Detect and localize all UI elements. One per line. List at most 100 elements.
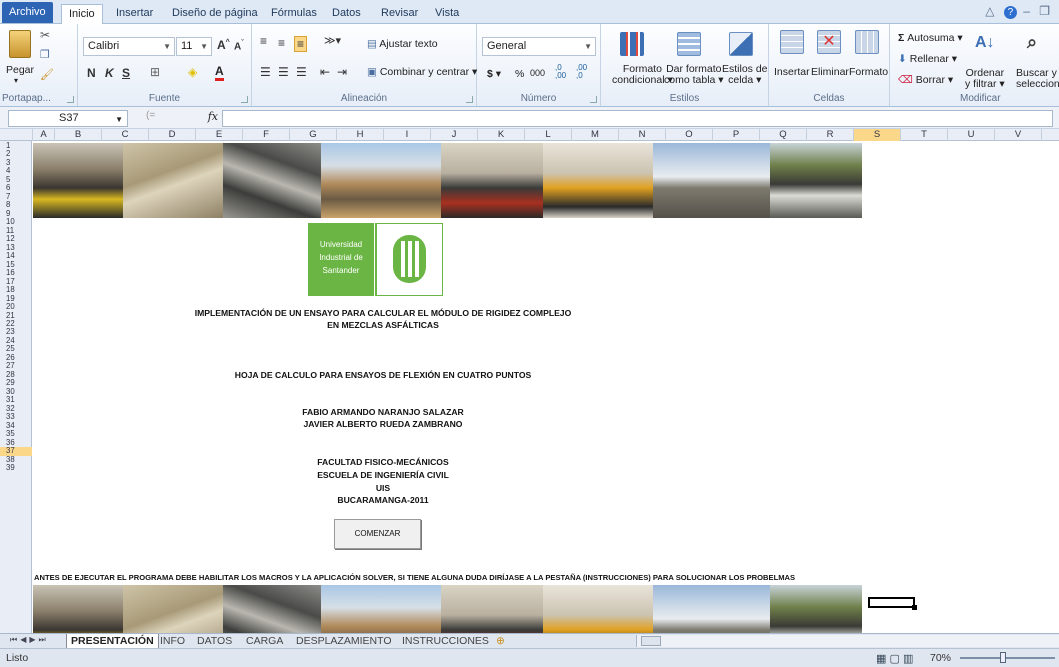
row-header-38[interactable]: 38	[0, 455, 32, 464]
name-box[interactable]: S37 ▼	[8, 110, 128, 127]
align-left-icon[interactable]: ☰	[260, 65, 271, 79]
horizontal-scrollbar[interactable]	[636, 635, 1059, 647]
wrap-text-button[interactable]: ▤ Ajustar texto	[367, 38, 438, 50]
row-header-29[interactable]: 29	[0, 378, 32, 387]
paste-dropdown-icon[interactable]: ▾	[14, 76, 18, 85]
align-middle-icon[interactable]: ≡	[278, 36, 285, 50]
zoom-slider[interactable]	[960, 657, 1055, 659]
insert-function-button[interactable]: fx	[178, 110, 218, 127]
column-header-c[interactable]: C	[102, 129, 149, 141]
row-header-30[interactable]: 30	[0, 387, 32, 396]
row-header-26[interactable]: 26	[0, 353, 32, 362]
column-header-g[interactable]: G	[290, 129, 337, 141]
row-header-36[interactable]: 36	[0, 438, 32, 447]
row-header-10[interactable]: 10	[0, 217, 32, 226]
column-header-s[interactable]: S	[854, 129, 901, 141]
font-size-select[interactable]: 11 ▼	[176, 37, 212, 56]
row-header-8[interactable]: 8	[0, 200, 32, 209]
tab-formulas[interactable]: Fórmulas	[264, 4, 324, 24]
number-format-select[interactable]: General ▼	[482, 37, 596, 56]
increase-indent-icon[interactable]: ⇥	[337, 65, 347, 79]
cut-icon[interactable]: ✂	[40, 28, 50, 42]
row-header-24[interactable]: 24	[0, 336, 32, 345]
row-header-39[interactable]: 39	[0, 463, 32, 472]
row-header-14[interactable]: 14	[0, 251, 32, 260]
format-painter-icon[interactable]: 🖌	[40, 68, 54, 81]
row-header-4[interactable]: 4	[0, 167, 32, 176]
tab-datos[interactable]: Datos	[325, 4, 368, 24]
row-header-6[interactable]: 6	[0, 183, 32, 192]
row-header-28[interactable]: 28	[0, 370, 32, 379]
sheet-tab-datos[interactable]: DATOS	[193, 634, 236, 648]
align-center-icon[interactable]: ☰	[278, 65, 289, 79]
insert-sheet-icon[interactable]: ⊕	[492, 634, 509, 648]
row-header-22[interactable]: 22	[0, 319, 32, 328]
insert-cells-button[interactable]: Insertar	[774, 66, 810, 78]
tab-archivo[interactable]: Archivo	[2, 2, 53, 23]
row-header-17[interactable]: 17	[0, 277, 32, 286]
tab-diseno-pagina[interactable]: Diseño de página	[165, 4, 265, 24]
row-header-2[interactable]: 2	[0, 150, 32, 159]
row-header-18[interactable]: 18	[0, 285, 32, 294]
paste-button[interactable]: Pegar	[6, 64, 34, 76]
binoculars-icon[interactable]: ⌕	[1027, 32, 1037, 53]
insert-cells-icon[interactable]	[780, 30, 804, 54]
row-header-5[interactable]: 5	[0, 175, 32, 184]
sort-filter-button[interactable]: Ordenar y filtrar ▾	[965, 68, 1005, 90]
delete-cells-button[interactable]: Eliminar	[811, 66, 849, 78]
row-header-12[interactable]: 12	[0, 234, 32, 243]
find-select-button[interactable]: Buscar yseleccionar	[1016, 68, 1059, 90]
tab-vista[interactable]: Vista	[428, 4, 466, 24]
row-header-21[interactable]: 21	[0, 311, 32, 320]
format-as-table-button[interactable]: Dar formato como tabla ▾	[664, 64, 724, 86]
column-header-l[interactable]: L	[525, 129, 572, 141]
clipboard-launcher-icon[interactable]	[67, 96, 74, 103]
underline-button[interactable]: S	[122, 66, 130, 80]
sheet-tab-desplazamiento[interactable]: DESPLAZAMIENTO	[292, 634, 396, 648]
row-header-9[interactable]: 9	[0, 209, 32, 218]
font-name-select[interactable]: Calibri ▼	[83, 37, 175, 56]
thousands-button[interactable]: 000	[530, 68, 545, 78]
select-all-corner[interactable]	[0, 129, 33, 141]
tab-inicio[interactable]: Inicio	[61, 4, 103, 24]
page-layout-icon[interactable]: ▢	[889, 653, 899, 665]
sheet-tab-info[interactable]: INFO	[156, 634, 189, 648]
page-break-icon[interactable]: ▥	[903, 653, 913, 665]
column-header-t[interactable]: T	[901, 129, 948, 141]
column-header-j[interactable]: J	[431, 129, 478, 141]
borders-icon[interactable]: ⊞	[150, 65, 160, 79]
align-bottom-icon[interactable]: ≡	[294, 36, 308, 52]
currency-button[interactable]: $ ▾	[487, 68, 501, 80]
collapse-ribbon-icon[interactable]: △	[985, 4, 997, 18]
scrollbar-thumb[interactable]	[641, 636, 661, 646]
alignment-launcher-icon[interactable]	[466, 96, 473, 103]
help-icon[interactable]: ?	[1003, 6, 1017, 19]
column-header-v[interactable]: V	[995, 129, 1042, 141]
column-header-a[interactable]: A	[33, 129, 55, 141]
row-header-35[interactable]: 35	[0, 429, 32, 438]
font-color-icon[interactable]: A	[215, 64, 224, 81]
row-header-25[interactable]: 25	[0, 345, 32, 354]
copy-icon[interactable]: ❐	[40, 48, 50, 61]
delete-cells-icon[interactable]: ✕	[817, 30, 841, 54]
row-header-33[interactable]: 33	[0, 412, 32, 421]
orientation-icon[interactable]: ≫▾	[324, 34, 341, 47]
worksheet-grid[interactable]: Universidad Industrial de Santander IMPL…	[33, 141, 1059, 633]
row-header-19[interactable]: 19	[0, 294, 32, 303]
row-header-34[interactable]: 34	[0, 421, 32, 430]
column-header-k[interactable]: K	[478, 129, 525, 141]
align-right-icon[interactable]: ☰	[296, 65, 307, 79]
sheet-tab-instrucciones[interactable]: INSTRUCCIONES	[398, 634, 493, 648]
comenzar-button[interactable]: COMENZAR	[334, 519, 421, 549]
sheet-tab-presentacion[interactable]: PRESENTACIÓN	[66, 634, 159, 648]
column-header-u[interactable]: U	[948, 129, 995, 141]
font-launcher-icon[interactable]	[241, 96, 248, 103]
restore-icon[interactable]: ❐	[1039, 4, 1053, 18]
row-header-11[interactable]: 11	[0, 226, 32, 235]
number-launcher-icon[interactable]	[590, 96, 597, 103]
cell-styles-button[interactable]: Estilos de celda ▾	[722, 64, 768, 86]
autosum-button[interactable]: Σ Autosuma ▾	[898, 32, 963, 44]
row-header-15[interactable]: 15	[0, 260, 32, 269]
row-header-16[interactable]: 16	[0, 268, 32, 277]
decrease-font-icon[interactable]: Aˇ	[234, 40, 244, 52]
